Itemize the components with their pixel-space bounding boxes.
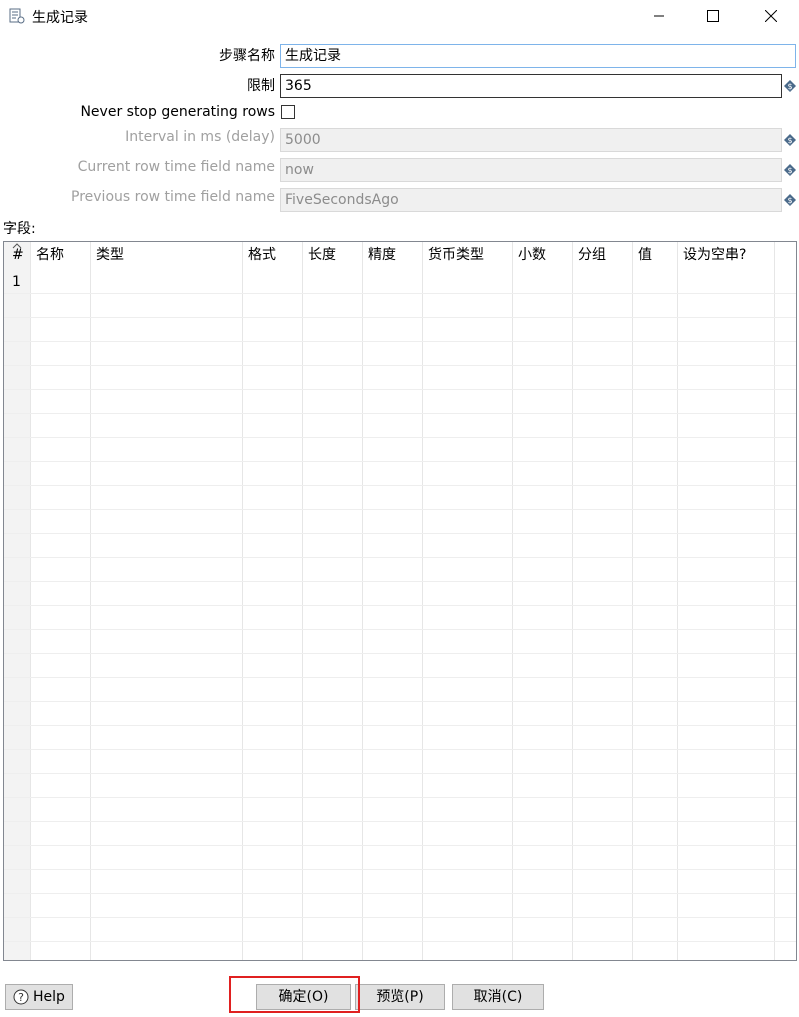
- row-divider: [4, 365, 796, 366]
- svg-text:$: $: [787, 136, 792, 145]
- column-divider: [242, 242, 243, 960]
- row-divider: [4, 293, 796, 294]
- variable-icon[interactable]: $: [784, 194, 796, 206]
- row-divider: [4, 461, 796, 462]
- fields-table[interactable]: # 名称 类型 格式 长度 精度 货币类型 小数 分组 值 设为空串? 1: [3, 241, 797, 961]
- row-divider: [4, 773, 796, 774]
- row-number[interactable]: 1: [4, 269, 30, 296]
- svg-text:$: $: [787, 82, 792, 91]
- row-divider: [4, 941, 796, 942]
- row-number-column: [4, 242, 30, 960]
- column-divider: [632, 242, 633, 960]
- interval-input[interactable]: 5000: [280, 128, 782, 152]
- row-divider: [4, 557, 796, 558]
- column-divider: [302, 242, 303, 960]
- help-icon: ?: [13, 989, 29, 1005]
- row-divider: [4, 485, 796, 486]
- column-header[interactable]: 长度: [302, 242, 362, 269]
- row-divider: [4, 869, 796, 870]
- row-divider: [4, 797, 796, 798]
- column-header[interactable]: 货币类型: [422, 242, 512, 269]
- column-header[interactable]: 小数: [512, 242, 572, 269]
- column-divider: [774, 242, 775, 960]
- row-divider: [4, 437, 796, 438]
- current-time-label: Current row time field name: [77, 159, 275, 175]
- step-name-label: 步骤名称: [219, 48, 275, 64]
- column-header[interactable]: 类型: [90, 242, 242, 269]
- svg-text:$: $: [787, 166, 792, 175]
- fields-label: 字段:: [3, 221, 36, 237]
- maximize-button[interactable]: [690, 0, 736, 32]
- row-divider: [4, 749, 796, 750]
- svg-text:$: $: [787, 196, 792, 205]
- column-header[interactable]: 值: [632, 242, 677, 269]
- close-icon: [765, 10, 777, 22]
- row-divider: [4, 605, 796, 606]
- row-divider: [4, 725, 796, 726]
- column-header[interactable]: 分组: [572, 242, 632, 269]
- limit-input[interactable]: 365: [280, 74, 782, 98]
- row-divider: [4, 677, 796, 678]
- column-divider: [677, 242, 678, 960]
- preview-button[interactable]: 预览(P): [355, 984, 445, 1010]
- minimize-icon: [654, 15, 664, 17]
- row-divider: [4, 917, 796, 918]
- column-divider: [422, 242, 423, 960]
- row-divider: [4, 893, 796, 894]
- row-divider: [4, 389, 796, 390]
- row-divider: [4, 509, 796, 510]
- row-divider: [4, 629, 796, 630]
- row-divider: [4, 533, 796, 534]
- row-divider: [4, 317, 796, 318]
- highlight-box: [229, 976, 360, 1013]
- window-title: 生成记录: [32, 10, 88, 26]
- row-divider: [4, 341, 796, 342]
- column-divider: [362, 242, 363, 960]
- previous-time-label: Previous row time field name: [71, 189, 275, 205]
- row-divider: [4, 653, 796, 654]
- row-divider: [4, 845, 796, 846]
- column-divider: [90, 242, 91, 960]
- column-divider: [30, 242, 31, 960]
- column-header[interactable]: 设为空串?: [677, 242, 774, 269]
- step-name-input[interactable]: 生成记录: [280, 44, 796, 68]
- column-header[interactable]: 格式: [242, 242, 302, 269]
- previous-time-input[interactable]: FiveSecondsAgo: [280, 188, 782, 212]
- interval-label: Interval in ms (delay): [125, 129, 275, 145]
- variable-icon[interactable]: $: [784, 164, 796, 176]
- variable-icon[interactable]: $: [784, 80, 796, 92]
- cancel-button[interactable]: 取消(C): [452, 984, 544, 1010]
- row-divider: [4, 701, 796, 702]
- current-time-input[interactable]: now: [280, 158, 782, 182]
- maximize-icon: [707, 10, 719, 22]
- minimize-button[interactable]: [636, 0, 682, 32]
- column-divider: [572, 242, 573, 960]
- limit-label: 限制: [247, 78, 275, 94]
- row-divider: [4, 413, 796, 414]
- column-header[interactable]: 名称: [30, 242, 90, 269]
- column-header[interactable]: #: [4, 242, 30, 269]
- help-button[interactable]: ? Help: [5, 984, 73, 1010]
- variable-icon[interactable]: $: [784, 134, 796, 146]
- column-header[interactable]: 精度: [362, 242, 422, 269]
- row-divider: [4, 821, 796, 822]
- step-icon: [9, 8, 25, 24]
- never-stop-checkbox[interactable]: [281, 105, 295, 119]
- help-label: Help: [33, 989, 65, 1005]
- never-stop-label: Never stop generating rows: [80, 104, 275, 120]
- svg-text:?: ?: [18, 991, 24, 1004]
- column-divider: [512, 242, 513, 960]
- row-divider: [4, 581, 796, 582]
- close-button[interactable]: [748, 0, 794, 32]
